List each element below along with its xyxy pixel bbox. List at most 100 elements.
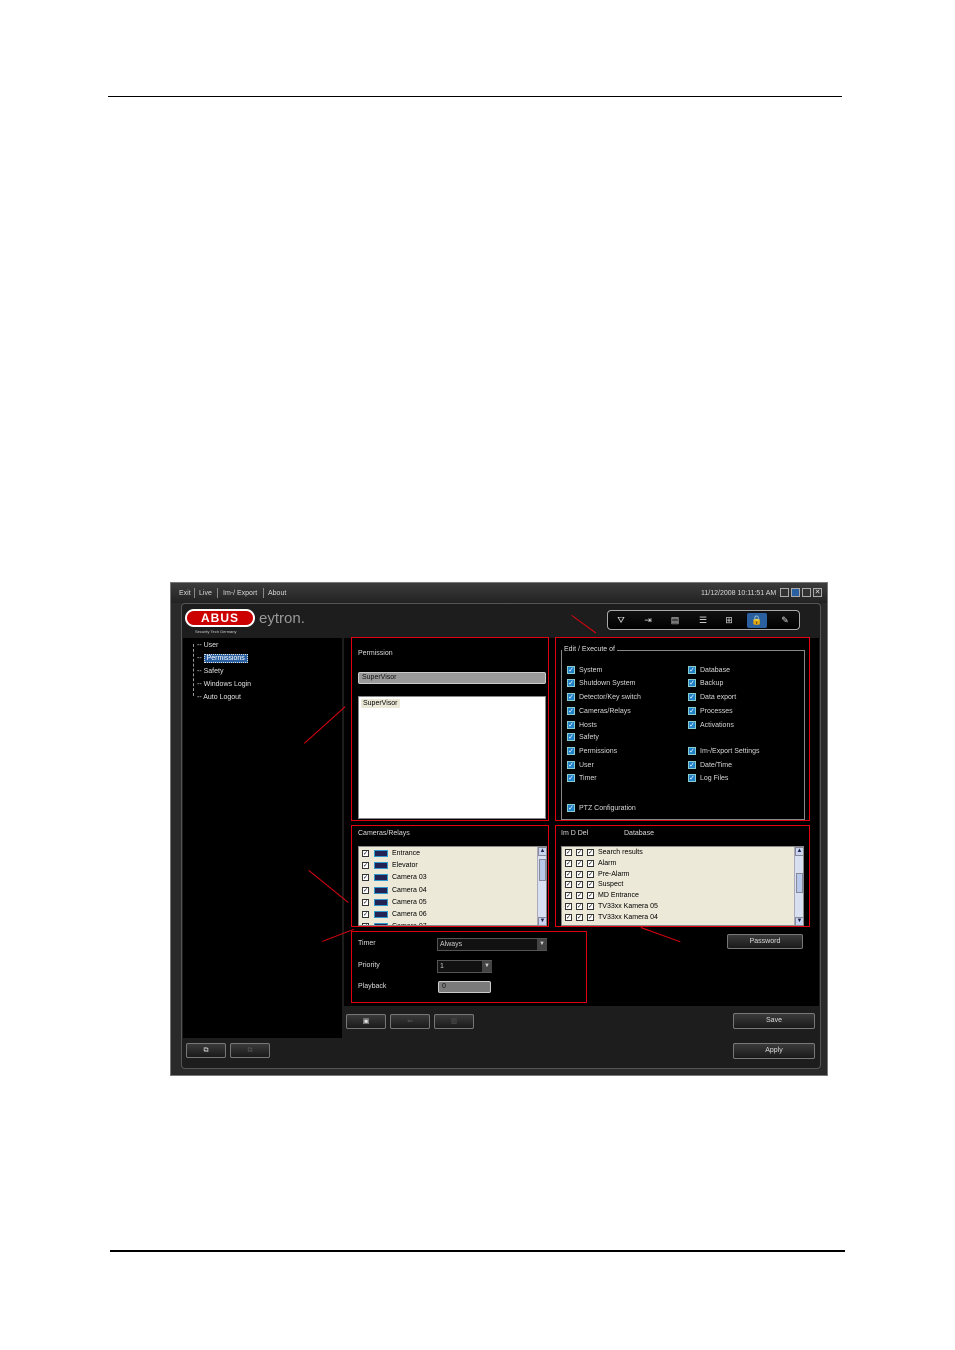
check-icon[interactable]: ✓ bbox=[567, 693, 575, 701]
check-icon[interactable]: ✓ bbox=[565, 913, 572, 921]
check-icon[interactable]: ✓ bbox=[565, 903, 572, 910]
minimize-icon[interactable] bbox=[780, 588, 789, 597]
check-icon[interactable]: ✓ bbox=[688, 707, 696, 715]
save-button[interactable]: Save bbox=[733, 1013, 815, 1029]
check-icon[interactable]: ✓ bbox=[567, 747, 575, 755]
database-list-item[interactable]: ✓ ✓ ✓ TV33xx Kamera 03 bbox=[565, 924, 790, 925]
check-icon[interactable]: ✓ bbox=[587, 881, 594, 889]
timer-select[interactable]: Always bbox=[437, 938, 547, 951]
permission-list[interactable]: SuperVisor bbox=[358, 696, 546, 819]
export-icon[interactable]: ⇥ bbox=[641, 614, 655, 626]
check-icon[interactable]: ✓ bbox=[565, 870, 572, 878]
tree-item-auto-logout[interactable]: -- Auto Logout bbox=[197, 693, 241, 702]
scroll-down-icon[interactable]: ▼ bbox=[795, 917, 803, 925]
permission-list-item[interactable]: SuperVisor bbox=[361, 699, 400, 708]
tools-icon[interactable]: ✎ bbox=[778, 614, 792, 626]
window-copy-icon[interactable]: ⧉ bbox=[230, 1043, 270, 1058]
camera-list-item[interactable]: ✓ Camera 03 bbox=[362, 873, 534, 884]
menu-im-export[interactable]: Im-/ Export bbox=[223, 589, 257, 598]
check-icon[interactable]: ✓ bbox=[565, 892, 572, 900]
check-icon[interactable]: ✓ bbox=[576, 903, 583, 910]
database-list-item[interactable]: ✓ ✓ ✓ Suspect bbox=[565, 880, 790, 891]
database-list-item[interactable]: ✓ ✓ ✓ Pre-Alarm bbox=[565, 870, 790, 881]
check-icon[interactable]: ✓ bbox=[567, 666, 575, 674]
copy-icon[interactable]: ⇐ bbox=[390, 1014, 430, 1029]
close-icon[interactable]: ✕ bbox=[813, 588, 822, 597]
check-icon[interactable]: ✓ bbox=[587, 849, 594, 856]
database-list-item[interactable]: ✓ ✓ ✓ TV33xx Kamera 05 bbox=[565, 902, 790, 913]
check-icon[interactable]: ✓ bbox=[587, 903, 594, 910]
check-icon[interactable]: ✓ bbox=[362, 923, 369, 925]
check-icon[interactable]: ✓ bbox=[688, 679, 696, 687]
check-icon[interactable]: ✓ bbox=[688, 721, 696, 729]
check-icon[interactable]: ✓ bbox=[688, 693, 696, 701]
check-icon[interactable]: ✓ bbox=[565, 924, 572, 925]
database-list-item[interactable]: ✓ ✓ ✓ TV33xx Kamera 04 bbox=[565, 913, 790, 924]
check-icon[interactable]: ✓ bbox=[576, 849, 583, 856]
check-icon[interactable]: ✓ bbox=[362, 874, 369, 882]
check-icon[interactable]: ✓ bbox=[576, 881, 583, 889]
database-list-item[interactable]: ✓ ✓ ✓ MD Entrance bbox=[565, 891, 790, 902]
apply-button[interactable]: Apply bbox=[733, 1043, 815, 1059]
camera-list-item[interactable]: ✓ Camera 06 bbox=[362, 910, 534, 921]
tree-item-windows-login[interactable]: -- Windows Login bbox=[197, 680, 251, 689]
database-list[interactable]: ✓ ✓ ✓ Search results ✓ ✓ ✓ Alarm ✓ ✓ ✓ Pre-Alarm ✓ ✓ ✓… bbox=[561, 846, 804, 926]
cameras-scrollbar[interactable]: ▲ ▼ bbox=[537, 847, 546, 925]
chevron-down-icon[interactable]: ▼ bbox=[482, 961, 492, 972]
camera-list-item[interactable]: ✓ Elevator bbox=[362, 861, 534, 872]
check-icon[interactable]: ✓ bbox=[576, 913, 583, 921]
tree-item-permissions[interactable]: -- Permissions bbox=[197, 654, 248, 663]
check-icon[interactable]: ✓ bbox=[567, 721, 575, 729]
tree-item-user[interactable]: -- User bbox=[197, 641, 218, 650]
check-icon[interactable]: ✓ bbox=[567, 733, 575, 741]
check-icon[interactable]: ✓ bbox=[587, 924, 594, 925]
check-icon[interactable]: ✓ bbox=[587, 892, 594, 900]
archive-icon[interactable]: ▤ bbox=[668, 614, 682, 626]
tree-item-safety[interactable]: -- Safety bbox=[197, 667, 223, 676]
password-button[interactable]: Password bbox=[727, 934, 803, 949]
check-icon[interactable]: ✓ bbox=[576, 870, 583, 878]
database-scrollbar[interactable]: ▲ ▼ bbox=[794, 847, 803, 925]
check-icon[interactable]: ✓ bbox=[587, 913, 594, 921]
delete-icon[interactable]: ▥ bbox=[434, 1014, 474, 1029]
check-icon[interactable]: ✓ bbox=[688, 747, 696, 755]
search-icon[interactable]: ⛛ bbox=[614, 614, 628, 626]
check-icon[interactable]: ✓ bbox=[688, 761, 696, 769]
check-icon[interactable]: ✓ bbox=[587, 870, 594, 878]
list-icon[interactable]: ☰ bbox=[696, 614, 710, 626]
camera-list-item[interactable]: ✓ Entrance bbox=[362, 849, 534, 860]
menu-live[interactable]: Live bbox=[199, 589, 212, 598]
check-icon[interactable]: ✓ bbox=[362, 862, 369, 870]
check-icon[interactable]: ✓ bbox=[565, 859, 572, 867]
menu-about[interactable]: About bbox=[268, 589, 286, 598]
check-icon[interactable]: ✓ bbox=[362, 898, 369, 906]
camera-list-item[interactable]: ✓ Camera 05 bbox=[362, 898, 534, 909]
check-icon[interactable]: ✓ bbox=[565, 881, 572, 889]
chevron-down-icon[interactable]: ▼ bbox=[537, 939, 547, 950]
check-icon[interactable]: ✓ bbox=[688, 666, 696, 674]
check-icon[interactable]: ✓ bbox=[565, 849, 572, 856]
new-icon[interactable]: ▣ bbox=[346, 1014, 386, 1029]
check-icon[interactable]: ✓ bbox=[362, 850, 369, 857]
check-icon[interactable]: ✓ bbox=[567, 761, 575, 769]
playback-input[interactable]: 0 bbox=[438, 981, 491, 993]
camera-list-item[interactable]: ✓ Camera 04 bbox=[362, 886, 534, 897]
check-icon[interactable]: ✓ bbox=[362, 911, 369, 918]
check-icon[interactable]: ✓ bbox=[576, 859, 583, 867]
check-icon[interactable]: ✓ bbox=[576, 924, 583, 925]
check-icon[interactable]: ✓ bbox=[587, 859, 594, 867]
scroll-up-icon[interactable]: ▲ bbox=[538, 847, 546, 856]
check-icon[interactable]: ✓ bbox=[567, 679, 575, 687]
cameras-list[interactable]: ✓ Entrance ✓ Elevator ✓ Camera 03 ✓ Camera 04 ✓ C… bbox=[358, 846, 547, 926]
permission-input[interactable]: SuperVisor bbox=[358, 672, 546, 684]
check-icon[interactable]: ✓ bbox=[362, 886, 369, 894]
lock-icon[interactable]: 🔒 bbox=[747, 613, 767, 628]
check-icon[interactable]: ✓ bbox=[576, 892, 583, 900]
check-icon[interactable]: ✓ bbox=[567, 804, 575, 812]
scroll-thumb[interactable] bbox=[539, 859, 546, 881]
window-icon[interactable]: ⧉ bbox=[186, 1043, 226, 1058]
scroll-thumb[interactable] bbox=[796, 873, 803, 893]
scroll-up-icon[interactable]: ▲ bbox=[795, 847, 803, 856]
database-list-item[interactable]: ✓ ✓ ✓ Alarm bbox=[565, 859, 790, 870]
maximize-icon[interactable] bbox=[802, 588, 811, 597]
